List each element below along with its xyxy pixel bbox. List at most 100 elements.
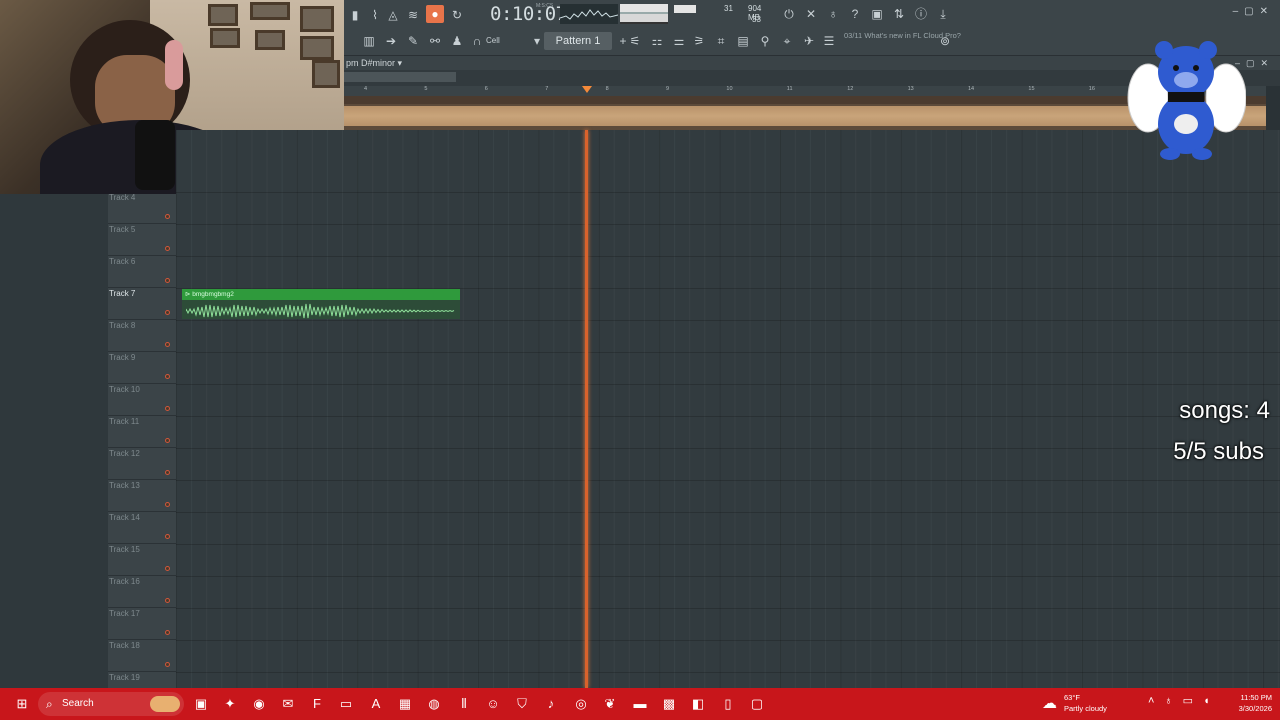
copilot-icon[interactable]: ✦ xyxy=(220,694,240,714)
track-header[interactable]: Track 14 xyxy=(108,512,176,544)
file-explorer-icon[interactable]: ▭ xyxy=(336,694,356,714)
playhead[interactable] xyxy=(585,130,588,688)
taskbar-clock[interactable]: 11:50 PM 3/30/2026 xyxy=(1222,692,1272,714)
news-arrow-icon[interactable]: ⊚ xyxy=(936,32,954,50)
nvidia-icon[interactable]: ◧ xyxy=(688,694,708,714)
download-icon[interactable]: ⤓ xyxy=(934,5,952,23)
system-tray[interactable]: ˄♁▭◖ xyxy=(1148,694,1220,707)
plugin-icon[interactable]: ⇅ xyxy=(890,5,908,23)
minecraft-icon[interactable]: ▦ xyxy=(395,694,415,714)
mixer-icon[interactable]: ⚟ xyxy=(626,32,644,50)
fl-studio-icon[interactable]: ❦ xyxy=(600,694,620,714)
pencil-icon[interactable]: ✎ xyxy=(404,32,422,50)
song-time-display[interactable]: 0:10:07 xyxy=(490,3,567,25)
track-header[interactable]: Track 13 xyxy=(108,480,176,512)
taskbar-search[interactable]: ⌕ Search xyxy=(38,692,184,716)
cpu-refresh-icon[interactable]: ⏻ xyxy=(780,5,798,23)
track-mute-dot[interactable] xyxy=(165,374,170,379)
track-mute-dot[interactable] xyxy=(165,246,170,251)
ruler-tick: 9 xyxy=(666,86,670,92)
track-header[interactable]: Track 9 xyxy=(108,352,176,384)
window-controls[interactable]: –▢✕ xyxy=(1233,6,1274,17)
link-icon[interactable]: ⚯ xyxy=(426,32,444,50)
track-mute-dot[interactable] xyxy=(165,278,170,283)
search-label: Search xyxy=(62,698,94,709)
save-icon[interactable]: ▣ xyxy=(868,5,886,23)
app-window-icon[interactable]: ▢ xyxy=(747,694,767,714)
track-mute-dot[interactable] xyxy=(165,502,170,507)
track-header[interactable]: Track 12 xyxy=(108,448,176,480)
tools-icon[interactable]: ✕ xyxy=(802,5,820,23)
clip-title[interactable]: ⊳ bmgbmgbmg2 xyxy=(182,289,460,300)
app-a-icon[interactable]: A xyxy=(366,694,386,714)
metronome-icon[interactable]: ◬ xyxy=(384,6,402,24)
notepad-icon[interactable]: ▯ xyxy=(718,694,738,714)
file-icon[interactable]: ▤ xyxy=(734,32,752,50)
track-header[interactable]: Track 15 xyxy=(108,544,176,576)
microphone-icon[interactable]: ♁ xyxy=(824,5,842,23)
playhead-marker[interactable] xyxy=(582,86,592,93)
track-header[interactable]: Track 11 xyxy=(108,416,176,448)
tiktok-icon[interactable]: ♪ xyxy=(541,694,561,714)
audio-clip[interactable]: ⊳ bmgbmgbmg2 xyxy=(182,289,460,319)
loop-record-icon[interactable]: ↻ xyxy=(448,6,466,24)
app-ak-icon[interactable]: ◍ xyxy=(424,694,444,714)
stamp-icon[interactable]: ♟ xyxy=(448,32,466,50)
touch-keyboard-icon[interactable]: ✈ xyxy=(800,32,818,50)
track-header[interactable]: Track 4 xyxy=(108,192,176,224)
channel-rack-icon[interactable]: ⚏ xyxy=(648,32,666,50)
track-header[interactable]: Track 6 xyxy=(108,256,176,288)
playlist-icon[interactable]: ⚞ xyxy=(690,32,708,50)
app-bars-icon[interactable]: ⦀ xyxy=(454,694,474,714)
piano-roll-icon[interactable]: ▥ xyxy=(360,32,378,50)
record-icon[interactable]: ● xyxy=(426,5,444,23)
task-view-icon[interactable]: ▣ xyxy=(191,694,211,714)
panel-toggle-icon[interactable]: ▮ xyxy=(346,6,364,24)
snap-select[interactable]: Cell xyxy=(486,36,500,45)
weather-widget[interactable]: ☁ 63°F Partly cloudy xyxy=(1042,693,1122,715)
track-mute-dot[interactable] xyxy=(165,310,170,315)
app-f-icon[interactable]: F xyxy=(307,694,327,714)
track-mute-dot[interactable] xyxy=(165,214,170,219)
piano-icon[interactable]: ⚌ xyxy=(670,32,688,50)
windows-start-icon[interactable]: ⊞ xyxy=(12,694,32,714)
help-icon[interactable]: ? xyxy=(846,5,864,23)
browser-icon[interactable]: ⌗ xyxy=(712,32,730,50)
tempo-icon[interactable]: ☰ xyxy=(820,32,838,50)
track-header[interactable]: Track 16 xyxy=(108,576,176,608)
playlist-grid[interactable] xyxy=(176,130,1280,688)
track-header[interactable]: Track 8 xyxy=(108,320,176,352)
ruler-tick: 15 xyxy=(1028,86,1035,92)
track-mute-dot[interactable] xyxy=(165,406,170,411)
brave-icon[interactable]: ⛉ xyxy=(512,694,532,714)
outlook-icon[interactable]: ✉ xyxy=(278,694,298,714)
app-green-icon[interactable]: ▩ xyxy=(659,694,679,714)
plugin-picker-icon[interactable]: ⌖ xyxy=(778,32,796,50)
track-header[interactable]: Track 5 xyxy=(108,224,176,256)
edge-icon[interactable]: ◉ xyxy=(249,694,269,714)
track-mute-dot[interactable] xyxy=(165,534,170,539)
horizontal-scrollbar-thumb[interactable] xyxy=(344,72,456,82)
pattern-selector[interactable]: Pattern 1 xyxy=(544,32,612,50)
screen: ▮ ⌇ ◬ ≋ ● ↻ 0:10:07 M:S:CS 31 904 MB 33 … xyxy=(0,0,1280,720)
magnet-icon[interactable]: ∩ xyxy=(468,32,486,50)
typing-keyboard-icon[interactable]: ⌇ xyxy=(366,6,384,24)
track-mute-dot[interactable] xyxy=(165,470,170,475)
obs-icon[interactable]: ◎ xyxy=(571,694,591,714)
track-header[interactable]: Track 10 xyxy=(108,384,176,416)
info-icon[interactable]: ⓘ xyxy=(912,5,930,23)
discord-icon[interactable]: ☺ xyxy=(483,694,503,714)
track-header[interactable]: Track 7 xyxy=(108,288,176,320)
wait-input-icon[interactable]: ≋ xyxy=(404,6,422,24)
track-mute-dot[interactable] xyxy=(165,598,170,603)
track-mute-dot[interactable] xyxy=(165,566,170,571)
track-header[interactable]: Track 17 xyxy=(108,608,176,640)
track-mute-dot[interactable] xyxy=(165,438,170,443)
track-header[interactable]: Track 18 xyxy=(108,640,176,672)
track-mute-dot[interactable] xyxy=(165,630,170,635)
track-mute-dot[interactable] xyxy=(165,662,170,667)
photos-icon[interactable]: ▬ xyxy=(630,694,650,714)
track-mute-dot[interactable] xyxy=(165,342,170,347)
plugin-plug-icon[interactable]: ⚲ xyxy=(756,32,774,50)
arrow-icon[interactable]: ➔ xyxy=(382,32,400,50)
